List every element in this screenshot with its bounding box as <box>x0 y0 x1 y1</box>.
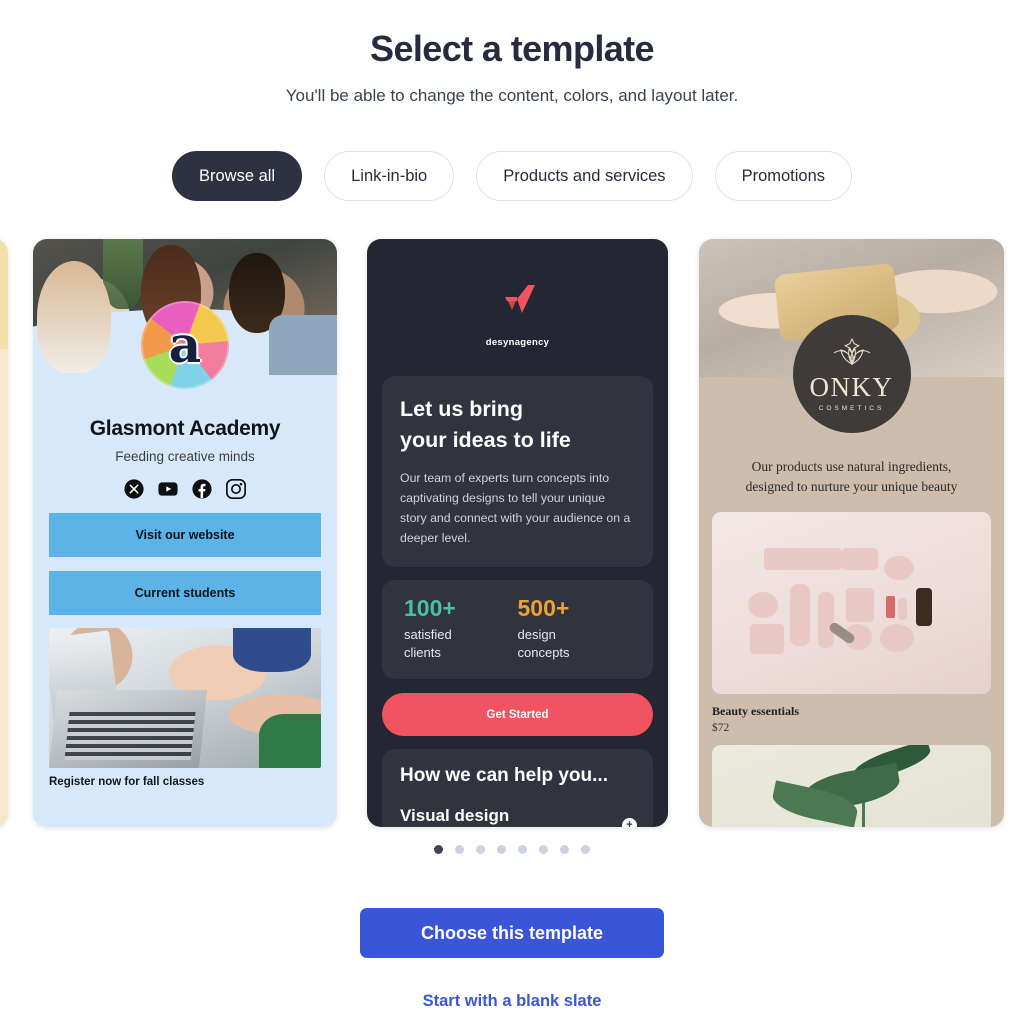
stat-value-clients: 100+ <box>404 594 456 621</box>
onky-wordmark: ONKY <box>809 371 894 402</box>
glasmont-secondary-photo <box>49 628 321 768</box>
template-category-filters: Browse all Link-in-bio Products and serv… <box>0 151 1024 201</box>
stat-value-concepts: 500+ <box>517 594 570 621</box>
carousel-dots <box>0 845 1024 854</box>
start-with-blank-slate-link[interactable]: Start with a blank slate <box>0 992 1024 1011</box>
product-serum-bottle <box>916 587 932 626</box>
photo-person-1 <box>37 261 111 373</box>
onky-product-title: Beauty essentials <box>712 703 799 718</box>
photo-person-3-jacket <box>269 315 337 375</box>
choose-this-template-button[interactable]: Choose this template <box>360 908 664 958</box>
page-subtitle: You'll be able to change the content, co… <box>285 86 739 105</box>
desynagency-checkmark-icon <box>497 283 539 328</box>
product-tube-1 <box>790 583 810 646</box>
product-box-3 <box>750 623 784 654</box>
carousel-dot-6[interactable] <box>539 845 548 854</box>
carousel-dot-8[interactable] <box>581 845 590 854</box>
desynagency-heading-line1: Let us bring <box>400 397 524 421</box>
glasmont-logo-letter: a <box>168 315 202 374</box>
glasmont-social-links <box>33 479 337 499</box>
template-card-onky-cosmetics[interactable]: ONKY COSMETICS Our products use natural … <box>699 239 1004 827</box>
glasmont-title: Glasmont Academy <box>89 417 281 440</box>
plus-icon[interactable]: + <box>622 818 637 827</box>
desynagency-get-started-button[interactable]: Get Started <box>382 693 653 737</box>
product-jar-1 <box>884 555 914 580</box>
onky-product-photo-2 <box>712 744 991 827</box>
desynagency-help-item: Visual design <box>400 806 510 826</box>
glasmont-button-visit-website[interactable]: Visit our website <box>49 513 321 557</box>
stat-design-concepts: 500+ design concepts <box>517 594 632 661</box>
carousel-dot-2[interactable] <box>455 845 464 854</box>
template-carousel: a Glasmont Academy Feeding creative mind… <box>0 239 1024 829</box>
product-tube-2 <box>818 591 834 648</box>
x-icon[interactable] <box>124 479 144 499</box>
stat-satisfied-clients: 100+ satisfied clients <box>404 594 518 661</box>
onky-tagline: Our products use natural ingredients, de… <box>713 457 990 498</box>
onky-tagline-line1: Our products use natural ingredients, <box>751 459 952 474</box>
product-box-2 <box>842 547 878 570</box>
desynagency-heading-line2: your ideas to life <box>400 428 571 453</box>
product-sachet <box>846 587 874 622</box>
carousel-dot-4[interactable] <box>497 845 506 854</box>
product-box-1 <box>764 547 842 570</box>
glasmont-button-current-students[interactable]: Current students <box>49 571 321 615</box>
template-card-glasmont-academy[interactable]: a Glasmont Academy Feeding creative mind… <box>33 239 337 827</box>
onky-product-price: $72 <box>712 721 730 734</box>
filter-pill-promotions[interactable]: Promotions <box>714 151 853 201</box>
onky-tagline-line2: designed to nurture your unique beauty <box>745 479 958 495</box>
facebook-icon[interactable] <box>192 479 212 499</box>
template-card-desynagency[interactable]: desynagency Let us bring your ideas to l… <box>367 239 668 827</box>
product-jar-2 <box>748 591 778 618</box>
desynagency-body-text: Our team of experts turn concepts into c… <box>400 471 631 546</box>
desynagency-help-title: How we can help you... <box>400 765 608 787</box>
template-card-previous-partial[interactable] <box>0 239 8 827</box>
desynagency-brand-name: desynagency <box>485 337 550 348</box>
desynagency-hero-panel: Let us bring your ideas to life Our team… <box>382 376 653 567</box>
instagram-icon[interactable] <box>226 479 246 499</box>
carousel-dot-7[interactable] <box>560 845 569 854</box>
glasmont-caption: Register now for fall classes <box>49 776 205 788</box>
onky-product-photo <box>712 511 991 694</box>
glasmont-logo: a <box>141 301 229 389</box>
carousel-dot-5[interactable] <box>518 845 527 854</box>
page-title: Select a template <box>370 28 655 69</box>
photo-green-shirt <box>259 714 321 768</box>
partial-card-photo <box>0 239 8 349</box>
desynagency-logo-block: desynagency <box>367 239 668 348</box>
desynagency-stats-panel: 100+ satisfied clients 500+ design conce… <box>382 579 653 680</box>
stat-label-clients-line2: clients <box>404 644 441 660</box>
filter-pill-link-in-bio[interactable]: Link-in-bio <box>324 151 455 201</box>
filter-pill-products-and-services[interactable]: Products and services <box>476 151 693 201</box>
onky-subwordmark: COSMETICS <box>818 404 885 412</box>
youtube-icon[interactable] <box>158 479 178 499</box>
product-lipstick-2 <box>898 597 907 620</box>
onky-logo: ONKY COSMETICS <box>792 315 911 433</box>
photo-laptop-keyboard <box>64 712 196 760</box>
leaf-icon <box>829 337 875 372</box>
stat-label-clients-line1: satisfied <box>404 627 452 643</box>
stat-label-concepts-line1: design <box>517 627 556 643</box>
stat-label-concepts-line2: concepts <box>517 644 570 660</box>
filter-pill-browse-all[interactable]: Browse all <box>171 151 303 201</box>
photo-blue-shirt <box>233 628 311 672</box>
product-lipstick-1 <box>886 595 895 618</box>
template-picker-page: Select a template You'll be able to chan… <box>0 0 1024 1024</box>
carousel-dot-3[interactable] <box>476 845 485 854</box>
carousel-dot-1[interactable] <box>434 845 443 854</box>
product-powder <box>880 623 914 652</box>
desynagency-help-panel: How we can help you... Visual design + <box>382 749 653 827</box>
glasmont-tagline: Feeding creative minds <box>115 449 255 464</box>
